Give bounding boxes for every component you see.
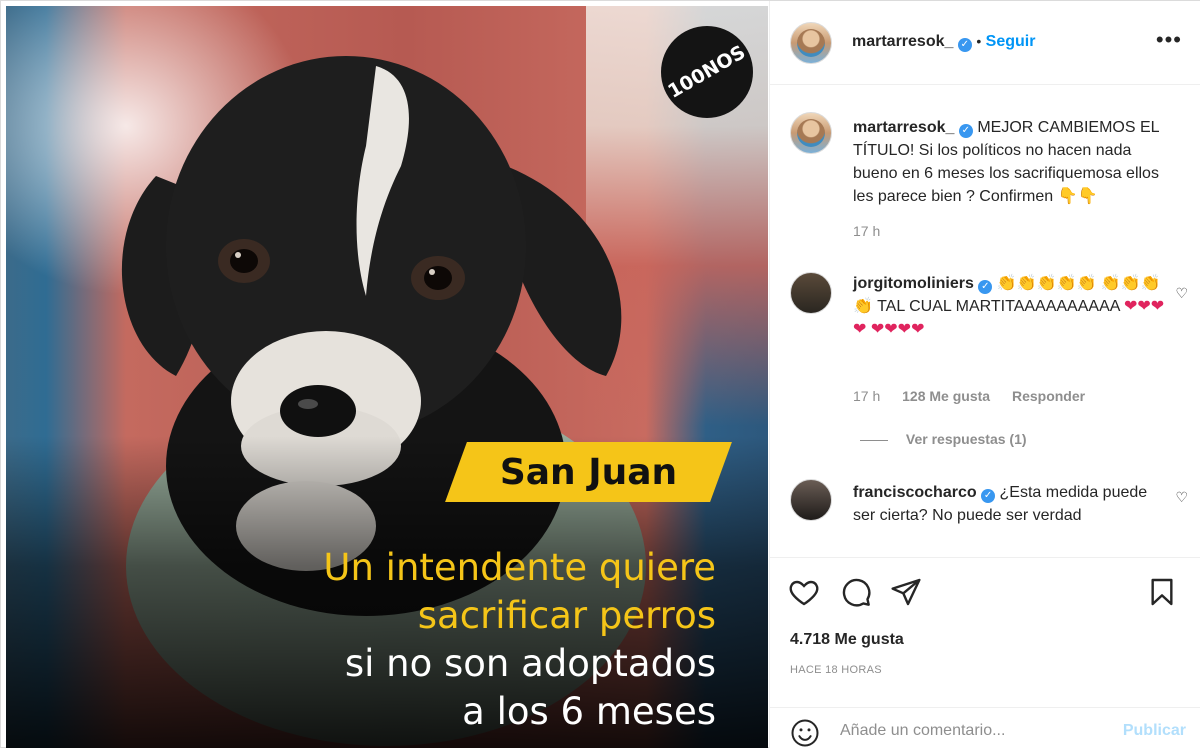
post-actions: 4.718 Me gusta HACE 18 HORAS [770,557,1200,707]
verified-badge-icon: ✓ [981,489,996,503]
post-details-panel: martarresok_ ✓ • Seguir ••• martarresok_… [769,1,1200,748]
comment-input[interactable] [840,716,1100,746]
instagram-post-window: 100NOS San Juan Un intendente quiere sac… [0,0,1200,748]
likes-count[interactable]: 4.718 Me gusta [790,631,904,649]
headline-line-1: Un intendente quiere [323,546,716,589]
brand-logo-badge: 100NOS [661,26,753,118]
like-comment-heart-icon[interactable]: ♡ [1175,489,1188,506]
post-timestamp[interactable]: HACE 18 HORAS [790,664,882,676]
caption-text-block: martarresok_ ✓ MEJOR CAMBIEMOS EL TÍTULO… [853,116,1173,208]
reply-button[interactable]: Responder [1012,388,1085,404]
emoji-smiley-icon[interactable] [790,718,820,748]
caption-avatar[interactable] [790,112,832,154]
post-header: martarresok_ ✓ • Seguir ••• [770,1,1200,85]
add-comment-bar: Publicar [770,707,1200,748]
view-replies-label: Ver respuestas (1) [905,431,1027,447]
headline-line-4: a los 6 meses [462,690,716,733]
clapping-emoji: 👏👏👏👏👏 [996,275,1097,292]
comment-text: TAL CUAL MARTITAAAAAAAAAA [877,298,1120,315]
comment-avatar[interactable] [790,479,832,521]
comment-text-block: jorgitomoliniers ✓ 👏👏👏👏👏 👏👏👏👏 TAL CUAL M… [853,272,1173,341]
comment-time[interactable]: 17 h [853,388,880,404]
comment-likes[interactable]: 128 Me gusta [902,388,990,404]
pointing-down-emoji: 👇👇 [1057,188,1098,205]
like-comment-heart-icon[interactable]: ♡ [1175,285,1188,302]
location-tag: San Juan [499,451,678,493]
comment-bubble-icon[interactable] [840,576,872,608]
comments-list[interactable]: martarresok_ ✓ MEJOR CAMBIEMOS EL TÍTULO… [770,86,1200,556]
avatar[interactable] [790,22,832,64]
separator-dot: • [976,33,982,49]
caption-meta: 17 h [853,223,898,239]
like-heart-icon[interactable] [788,576,820,608]
comment-username[interactable]: franciscocharco [853,484,977,501]
verified-badge-icon: ✓ [978,280,993,294]
follow-button[interactable]: Seguir [986,33,1036,50]
replies-divider-line [860,439,888,441]
save-bookmark-icon[interactable] [1146,576,1178,608]
publish-button[interactable]: Publicar [1123,722,1186,740]
verified-badge-icon: ✓ [958,124,973,138]
heart-emoji: ❤❤❤❤ [870,321,925,338]
post-headline: Un intendente quiere sacrificar perros s… [323,544,716,736]
post-image[interactable]: 100NOS San Juan Un intendente quiere sac… [6,6,768,748]
header-user-line: martarresok_ ✓ • Seguir [852,33,1035,52]
brand-logo-text: 100NOS [664,41,750,103]
comment-text-block: franciscocharco ✓ ¿Esta medida puede ser… [853,481,1173,527]
headline-line-2: sacrificar perros [417,594,716,637]
comment-avatar[interactable] [790,272,832,314]
comment-meta: 17 h 128 Me gusta Responder [853,388,1103,404]
header-username[interactable]: martarresok_ [852,33,953,50]
verified-badge-icon: ✓ [957,38,972,52]
more-options-icon[interactable]: ••• [1156,29,1182,51]
caption-time[interactable]: 17 h [853,223,880,239]
headline-line-3: si no son adoptados [344,642,716,685]
comment-username[interactable]: jorgitomoliniers [853,275,974,292]
share-paper-plane-icon[interactable] [890,576,922,608]
view-replies-button[interactable]: Ver respuestas (1) [860,431,1027,447]
caption-username[interactable]: martarresok_ [853,119,954,136]
